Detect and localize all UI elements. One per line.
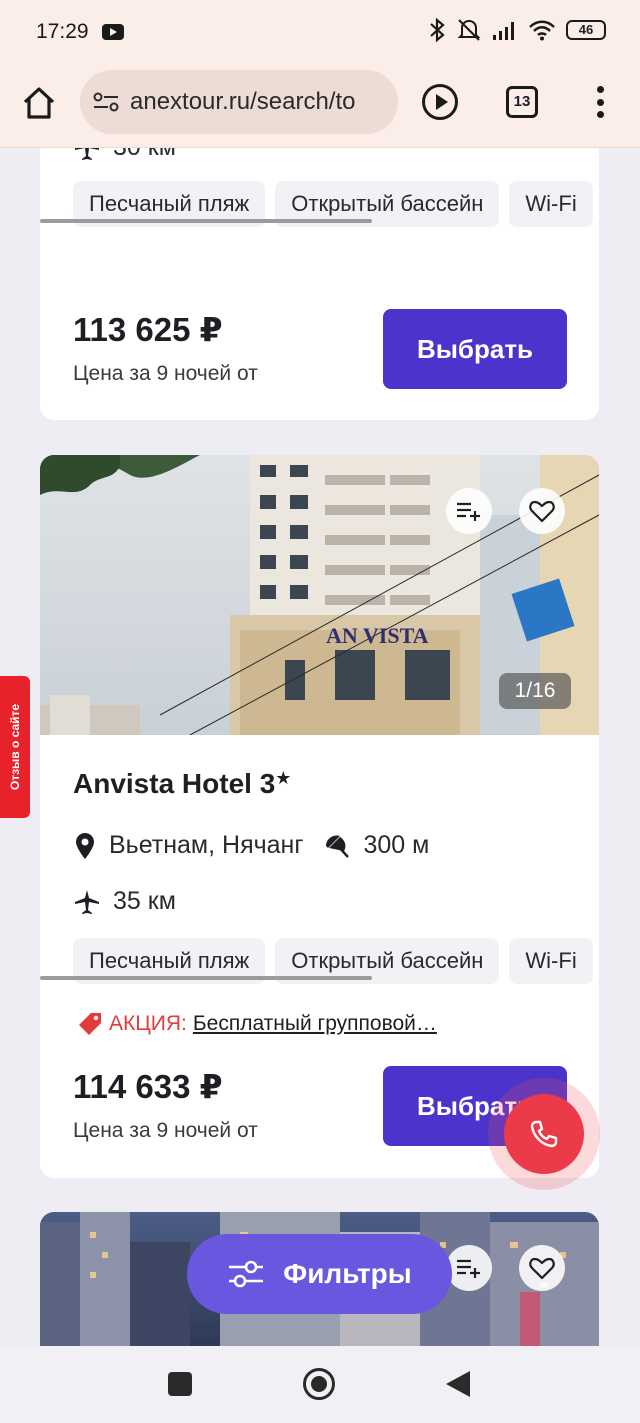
playlist-add-icon	[457, 1259, 480, 1278]
system-nav-bar	[0, 1346, 640, 1423]
plane-icon	[75, 889, 99, 914]
youtube-notification-icon	[102, 24, 124, 40]
signal-icon	[493, 22, 514, 40]
wifi-icon	[529, 20, 555, 41]
playlist-add-icon	[457, 502, 480, 521]
url-text: anextour.ru/search/to	[130, 88, 356, 115]
airport-distance: 35 км	[73, 887, 176, 916]
muted-bell-icon	[457, 19, 481, 41]
favorite-button[interactable]	[519, 488, 565, 534]
heart-icon	[529, 500, 555, 523]
feedback-tab-label: Отзыв о сайте	[8, 703, 22, 791]
call-button[interactable]	[504, 1094, 584, 1174]
beach-umbrella-icon	[326, 835, 350, 858]
recents-icon[interactable]	[168, 1372, 192, 1396]
hotel-card: 30 км Песчаный пляж Открытый бассейн Wi-…	[40, 100, 599, 420]
add-to-compare-button[interactable]	[446, 1245, 492, 1291]
tag-icon	[79, 1013, 101, 1035]
filters-label: Фильтры	[283, 1258, 412, 1289]
promo-line[interactable]: АКЦИЯ: Бесплатный групповой…	[77, 1011, 437, 1037]
promo-label: АКЦИЯ:	[109, 1012, 187, 1035]
hotel-card: AN VISTA 1/16 Anvista Hotel 3★ Вьетнам, …	[40, 455, 599, 1178]
bluetooth-icon	[430, 18, 445, 42]
battery-icon: 46	[566, 20, 606, 40]
status-time: 17:29	[36, 20, 89, 43]
price-note: Цена за 9 ночей от	[73, 1119, 258, 1142]
tags-scroll-thumb[interactable]	[40, 976, 372, 980]
url-bar[interactable]: anextour.ru/search/to	[80, 70, 398, 134]
home-nav-icon[interactable]	[303, 1368, 335, 1400]
play-icon[interactable]	[422, 84, 458, 120]
phone-icon	[530, 1120, 558, 1148]
tags-scrollbar[interactable]	[40, 976, 599, 980]
photo-counter: 1/16	[499, 673, 571, 709]
add-to-compare-button[interactable]	[446, 488, 492, 534]
browser-chrome: 17:29 46 anextour.ru/search/to 13	[0, 0, 640, 148]
location-pin-icon	[76, 832, 94, 859]
tags-scroll-thumb[interactable]	[40, 219, 372, 223]
filters-button[interactable]: Фильтры	[187, 1234, 452, 1314]
select-button[interactable]: Выбрать	[383, 309, 567, 389]
site-settings-icon[interactable]	[92, 90, 120, 114]
price: 113 625 ₽	[73, 311, 223, 348]
favorite-button[interactable]	[519, 1245, 565, 1291]
promo-link[interactable]: Бесплатный групповой…	[193, 1012, 437, 1036]
home-icon[interactable]	[20, 84, 58, 122]
feedback-tab[interactable]: Отзыв о сайте	[0, 676, 30, 818]
tags-scrollbar[interactable]	[40, 219, 599, 223]
status-icons: 46	[428, 18, 606, 42]
back-icon[interactable]	[446, 1371, 470, 1397]
tab-switcher-button[interactable]: 13	[506, 86, 538, 118]
hotel-photo[interactable]: AN VISTA 1/16	[40, 455, 599, 735]
sliders-icon	[229, 1260, 264, 1288]
price: 114 633 ₽	[73, 1068, 223, 1105]
star-icon: ★	[275, 768, 292, 788]
photo-sign-text: AN VISTA	[326, 623, 429, 648]
heart-icon	[529, 1257, 555, 1280]
hotel-location: Вьетнам, Нячанг 300 м	[73, 831, 429, 860]
more-menu-icon[interactable]	[590, 84, 610, 120]
hotel-name[interactable]: Anvista Hotel 3★	[73, 768, 291, 800]
price-note: Цена за 9 ночей от	[73, 362, 258, 385]
